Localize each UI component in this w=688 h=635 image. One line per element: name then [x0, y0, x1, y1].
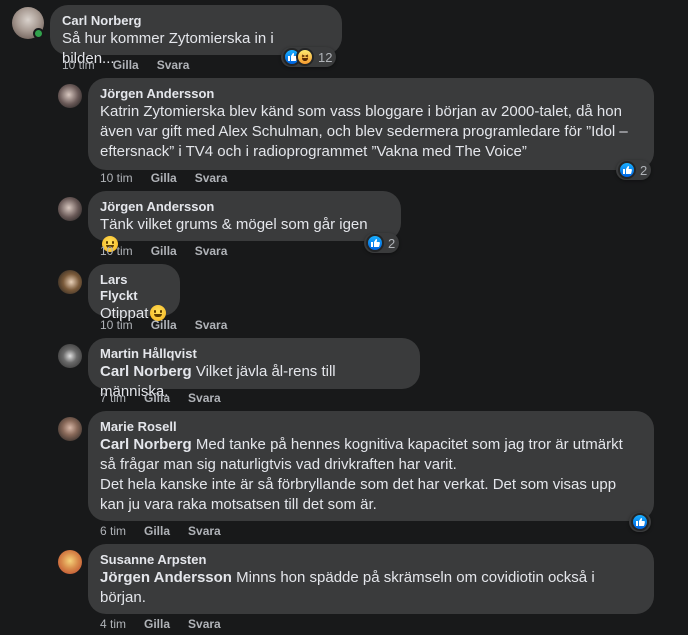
comment-meta: 10 tim Gilla Svara — [100, 317, 227, 333]
comment-author[interactable]: Susanne Arpsten — [100, 552, 642, 568]
avatar[interactable] — [58, 84, 82, 108]
reply-button[interactable]: Svara — [188, 617, 221, 631]
like-button[interactable]: Gilla — [113, 58, 139, 72]
like-icon — [618, 161, 636, 179]
like-button[interactable]: Gilla — [151, 171, 177, 185]
haha-icon — [296, 48, 314, 66]
timestamp[interactable]: 7 tim — [100, 391, 126, 405]
timestamp[interactable]: 4 tim — [100, 617, 126, 631]
timestamp[interactable]: 6 tim — [100, 524, 126, 538]
avatar[interactable] — [58, 197, 82, 221]
avatar[interactable] — [58, 417, 82, 441]
reply-button[interactable]: Svara — [195, 171, 228, 185]
timestamp[interactable]: 10 tim — [100, 318, 133, 332]
mention-link[interactable]: Carl Norberg — [100, 363, 192, 380]
avatar[interactable] — [58, 270, 82, 294]
mention-link[interactable]: Carl Norberg — [100, 436, 192, 453]
comment-meta: 6 tim Gilla Svara — [100, 523, 221, 539]
reply-button[interactable]: Svara — [188, 391, 221, 405]
reply-button[interactable]: Svara — [157, 58, 190, 72]
mention-link[interactable]: Jörgen Andersson — [100, 569, 232, 586]
comment-author[interactable]: Martin Hållqvist — [100, 346, 408, 362]
comment-author[interactable]: Carl Norberg — [62, 13, 330, 29]
timestamp[interactable]: 10 tim — [100, 171, 133, 185]
reaction-summary[interactable] — [629, 512, 651, 532]
reaction-summary[interactable]: 2 — [364, 233, 400, 253]
comment-bubble: Lars Flyckt Otippat — [88, 264, 180, 322]
like-button[interactable]: Gilla — [144, 524, 170, 538]
like-button[interactable]: Gilla — [151, 318, 177, 332]
like-icon — [631, 513, 649, 531]
comment-meta: 10 tim Gilla Svara — [100, 243, 227, 259]
comment-bubble: Jörgen Andersson Tänk vilket grums & mög… — [88, 191, 401, 252]
comment-bubble: Jörgen Andersson Katrin Zytomierska blev… — [88, 78, 654, 170]
like-icon — [366, 234, 384, 252]
avatar[interactable] — [58, 344, 82, 368]
comment-text: Carl Norberg Med tanke på hennes kogniti… — [100, 436, 623, 473]
comment-meta: 10 tim Gilla Svara — [100, 170, 227, 186]
reaction-count: 2 — [388, 235, 396, 251]
comment-text-paragraph: Det hela kanske inte är så förbryllande … — [100, 476, 617, 513]
comment-bubble: Marie Rosell Carl Norberg Med tanke på h… — [88, 411, 654, 521]
reaction-summary[interactable]: 2 — [616, 160, 652, 180]
timestamp[interactable]: 10 tim — [100, 244, 133, 258]
like-button[interactable]: Gilla — [151, 244, 177, 258]
comment-bubble: Martin Hållqvist Carl Norberg Vilket jäv… — [88, 338, 420, 400]
reply-button[interactable]: Svara — [195, 318, 228, 332]
like-button[interactable]: Gilla — [144, 391, 170, 405]
online-status-dot — [33, 28, 44, 39]
timestamp[interactable]: 10 tim — [62, 58, 95, 72]
reply-button[interactable]: Svara — [188, 524, 221, 538]
comment-author[interactable]: Jörgen Andersson — [100, 199, 389, 215]
comment-bubble: Susanne Arpsten Jörgen Andersson Minns h… — [88, 544, 654, 614]
comment-text: Katrin Zytomierska blev känd som vass bl… — [100, 103, 628, 160]
comment-author[interactable]: Marie Rosell — [100, 419, 642, 435]
reaction-summary[interactable]: 12 — [281, 47, 337, 67]
comment-meta: 10 tim Gilla Svara — [62, 57, 189, 73]
comment-author[interactable]: Jörgen Andersson — [100, 86, 642, 102]
comment-author[interactable]: Lars Flyckt — [100, 272, 168, 304]
comment-meta: 7 tim Gilla Svara — [100, 390, 221, 406]
comment-meta: 4 tim Gilla Svara — [100, 616, 221, 632]
like-button[interactable]: Gilla — [144, 617, 170, 631]
reaction-count: 12 — [318, 49, 333, 65]
reply-button[interactable]: Svara — [195, 244, 228, 258]
reaction-count: 2 — [640, 162, 648, 178]
comment-text: Jörgen Andersson Minns hon spädde på skr… — [100, 569, 595, 606]
avatar[interactable] — [58, 550, 82, 574]
